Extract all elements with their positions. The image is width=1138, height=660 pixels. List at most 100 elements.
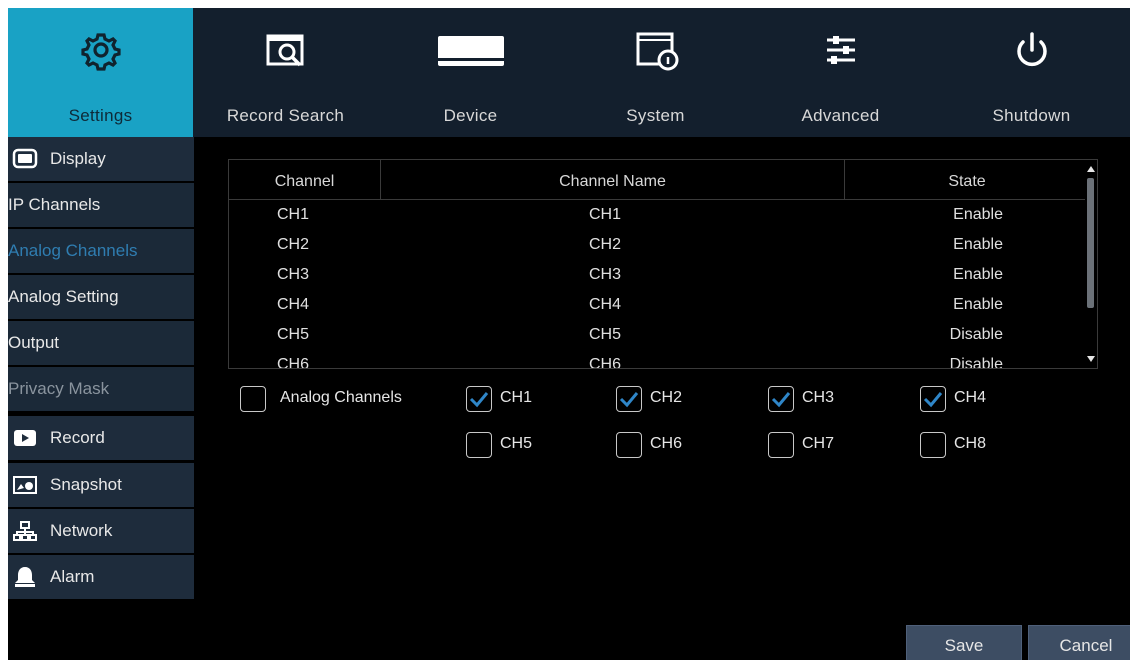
checkbox-box[interactable] [920, 432, 946, 458]
settings-sidebar: Display IP Channels Analog Channels Anal… [8, 137, 194, 660]
checkbox-label: CH6 [650, 435, 683, 452]
scrollbar-thumb[interactable] [1087, 178, 1094, 308]
sidebar-empty-area [8, 599, 194, 660]
ch1-checkbox[interactable]: CH1 [466, 386, 556, 412]
nav-tab-label: Record Search [226, 106, 345, 125]
nav-tab-label: Settings [68, 106, 133, 125]
cell-channel-name: CH5 [589, 326, 622, 343]
system-info-icon [636, 32, 678, 71]
ch3-checkbox[interactable]: CH3 [768, 386, 858, 412]
cell-state: Enable [953, 296, 1003, 313]
sidebar-item-network[interactable]: Network [8, 509, 194, 553]
nav-tab-shutdown[interactable]: Shutdown [933, 8, 1130, 137]
nav-tab-device[interactable]: Device [378, 8, 563, 137]
nav-tab-settings[interactable]: Settings [8, 8, 193, 137]
sidebar-item-ip-channels[interactable]: IP Channels [8, 183, 194, 227]
sidebar-item-label: Alarm [50, 567, 95, 586]
analog-channels-panel: Channel Channel Name State CH1 CH1 Enabl… [194, 137, 1130, 660]
sidebar-item-privacy-mask[interactable]: Privacy Mask [8, 367, 194, 411]
sidebar-item-label: Display [50, 149, 106, 168]
nav-tab-record-search[interactable]: Record Search [193, 8, 378, 137]
sidebar-item-display[interactable]: Display [8, 137, 194, 181]
cell-channel: CH5 [277, 326, 310, 343]
cell-channel: CH3 [277, 266, 310, 283]
cell-state: Enable [953, 266, 1003, 283]
checkbox-box[interactable] [240, 386, 266, 412]
select-all-analog-channels-checkbox[interactable]: Analog Channels [240, 386, 450, 412]
column-header-state[interactable]: State [845, 160, 1089, 200]
ch2-checkbox[interactable]: CH2 [616, 386, 706, 412]
table-row[interactable]: CH5 CH5 Disable [229, 320, 1089, 350]
ch7-checkbox[interactable]: CH7 [768, 432, 858, 458]
record-search-icon [266, 34, 303, 67]
checkmark-icon [771, 392, 791, 408]
scroll-down-arrow-icon[interactable] [1087, 356, 1095, 362]
ch4-checkbox[interactable]: CH4 [920, 386, 1010, 412]
cell-state: Disable [949, 356, 1003, 369]
save-button[interactable]: Save [906, 625, 1022, 660]
sidebar-item-label: Record [50, 428, 105, 447]
table-row[interactable]: CH2 CH2 Enable [229, 230, 1089, 260]
checkmark-icon [469, 392, 489, 408]
top-navigation-bar: Settings Record Search Device System Adv… [8, 8, 1130, 137]
sidebar-item-analog-channels[interactable]: Analog Channels [8, 229, 194, 273]
table-scrollbar[interactable] [1085, 160, 1097, 368]
sidebar-item-snapshot[interactable]: Snapshot [8, 463, 194, 507]
table-row[interactable]: CH6 CH6 Disable [229, 350, 1089, 369]
channel-table: Channel Channel Name State CH1 CH1 Enabl… [228, 159, 1098, 369]
alarm-bell-icon [15, 567, 35, 587]
checkbox-label: CH4 [954, 389, 987, 406]
table-row[interactable]: CH3 CH3 Enable [229, 260, 1089, 290]
ch5-checkbox[interactable]: CH5 [466, 432, 556, 458]
column-header-channel-name[interactable]: Channel Name [381, 160, 845, 200]
checkbox-label: CH5 [500, 435, 533, 452]
checkbox-box[interactable] [616, 432, 642, 458]
nav-tab-system[interactable]: System [563, 8, 748, 137]
checkbox-label: Analog Channels [280, 389, 402, 406]
checkbox-box[interactable] [768, 432, 794, 458]
power-icon [1016, 32, 1047, 67]
checkbox-label: CH8 [954, 435, 987, 452]
cell-channel: CH2 [277, 236, 310, 253]
nav-tab-label: Advanced [801, 106, 880, 125]
checkbox-label: CH7 [802, 435, 835, 452]
network-icon [13, 521, 37, 541]
sidebar-item-analog-setting[interactable]: Analog Setting [8, 275, 194, 319]
cell-channel: CH1 [277, 206, 310, 223]
checkbox-box[interactable] [466, 386, 492, 412]
snapshot-icon [13, 476, 37, 494]
table-row[interactable]: CH1 CH1 Enable [229, 200, 1089, 230]
settings-gear-icon [80, 33, 121, 71]
checkbox-label: CH1 [500, 389, 533, 406]
nav-tab-label: Shutdown [992, 106, 1071, 125]
ch8-checkbox[interactable]: CH8 [920, 432, 1010, 458]
cell-channel: CH6 [277, 356, 310, 369]
dvr-settings-screen: Settings Record Search Device System Adv… [8, 8, 1130, 660]
ch6-checkbox[interactable]: CH6 [616, 432, 706, 458]
sidebar-item-label: Snapshot [50, 475, 122, 494]
checkbox-label: CH2 [650, 389, 683, 406]
sidebar-item-output[interactable]: Output [8, 321, 194, 365]
nav-tab-label: System [626, 106, 685, 125]
table-row[interactable]: CH4 CH4 Enable [229, 290, 1089, 320]
cell-channel-name: CH1 [589, 206, 622, 223]
scroll-up-arrow-icon[interactable] [1087, 166, 1095, 172]
sidebar-item-label: Network [50, 521, 113, 540]
sidebar-item-label: Output [8, 333, 60, 352]
checkbox-box[interactable] [920, 386, 946, 412]
sidebar-item-label: IP Channels [8, 195, 101, 214]
sidebar-item-label: Analog Channels [8, 241, 138, 260]
cell-channel-name: CH4 [589, 296, 622, 313]
checkbox-label: CH3 [802, 389, 835, 406]
cancel-button[interactable]: Cancel [1028, 625, 1130, 660]
sidebar-item-record[interactable]: Record [8, 416, 194, 460]
nav-tab-advanced[interactable]: Advanced [748, 8, 933, 137]
table-header: Channel Channel Name State [229, 160, 1089, 200]
sidebar-item-label: Analog Setting [8, 287, 119, 306]
checkbox-box[interactable] [466, 432, 492, 458]
column-header-channel[interactable]: Channel [229, 160, 381, 200]
cell-state: Enable [953, 236, 1003, 253]
checkbox-box[interactable] [616, 386, 642, 412]
sidebar-item-alarm[interactable]: Alarm [8, 555, 194, 599]
checkbox-box[interactable] [768, 386, 794, 412]
